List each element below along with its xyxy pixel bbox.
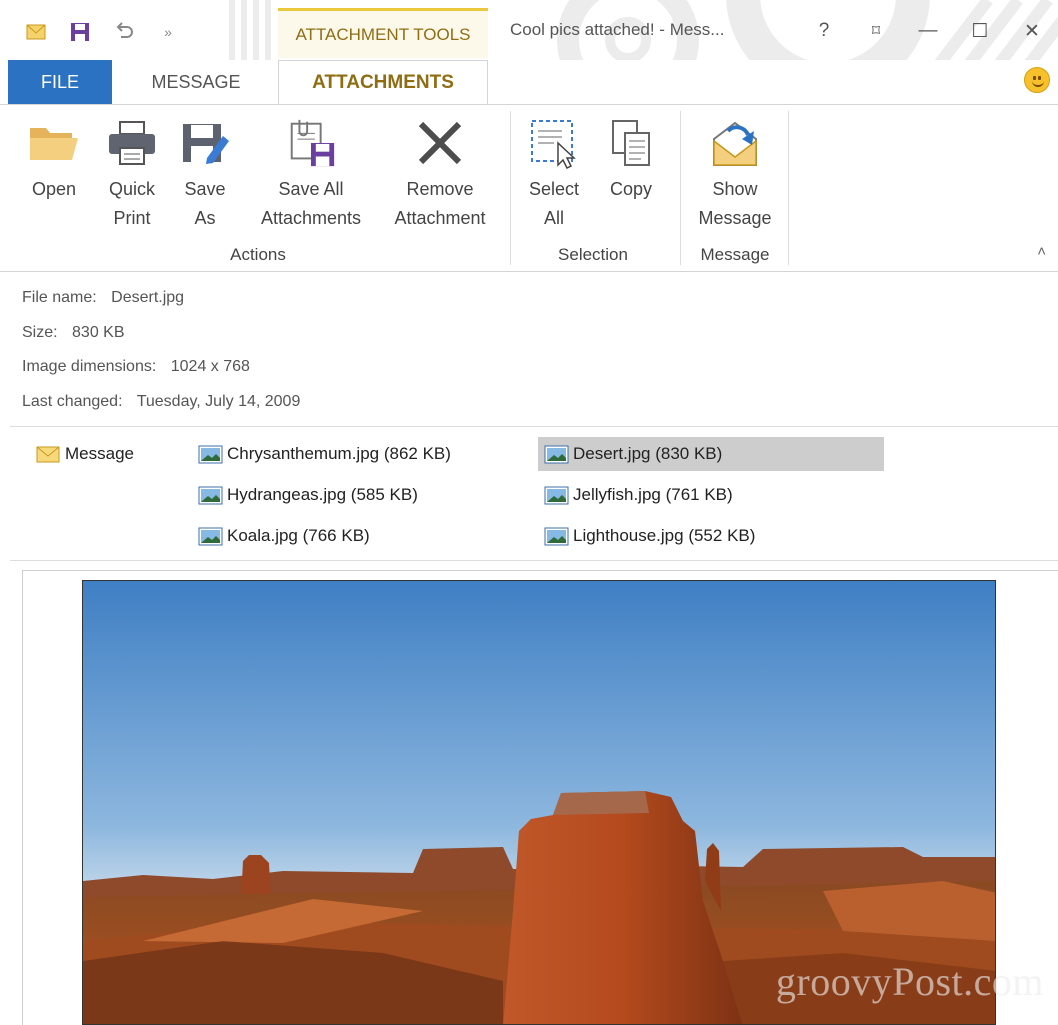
tab-attachments[interactable]: ATTACHMENTS — [278, 60, 488, 105]
attachment-label: Message — [65, 444, 134, 463]
remove-icon — [413, 111, 467, 175]
file-name-row: File name: Desert.jpg — [22, 286, 300, 321]
attachment-item[interactable]: Chrysanthemum.jpg (862 KB) — [192, 437, 512, 471]
file-name-label: File name: — [22, 289, 97, 306]
copy-button[interactable]: Copy — [596, 111, 666, 204]
folder-icon — [27, 111, 81, 175]
group-label-selection: Selection — [558, 245, 628, 264]
more-icon[interactable]: » — [154, 18, 182, 46]
select-all-button[interactable]: Select All — [518, 111, 590, 233]
image-file-icon — [198, 486, 223, 504]
last-changed-value: Tuesday, July 14, 2009 — [136, 392, 301, 410]
image-file-icon — [544, 486, 569, 504]
image-file-icon — [544, 445, 569, 463]
save-as-button[interactable]: Save As — [172, 111, 238, 233]
last-changed-row: Last changed: Tuesday, July 14, 2009 — [22, 390, 300, 425]
remove-attachment-button[interactable]: Remove Attachment — [380, 111, 500, 233]
help-icon[interactable]: ? — [798, 12, 850, 50]
copy-icon — [604, 111, 658, 175]
attachment-info: File name: Desert.jpg Size: 830 KB Image… — [22, 286, 300, 424]
attachment-item[interactable]: Koala.jpg (766 KB) — [192, 519, 512, 553]
file-name-value: Desert.jpg — [111, 289, 185, 306]
attachment-label: Lighthouse.jpg (552 KB) — [573, 526, 756, 545]
attachment-item[interactable]: Lighthouse.jpg (552 KB) — [538, 519, 884, 553]
show-message-icon — [708, 111, 762, 175]
attachment-label: Koala.jpg (766 KB) — [227, 526, 370, 545]
group-separator — [788, 111, 789, 265]
save-all-attachments-button[interactable]: Save All Attachments — [246, 111, 376, 233]
group-separator — [680, 111, 681, 265]
printer-icon — [105, 111, 159, 175]
ribbon: Open Quick Print Save As Save All Attach… — [0, 104, 1058, 272]
envelope-icon — [36, 446, 60, 462]
envelope-icon[interactable] — [22, 18, 50, 46]
open-button[interactable]: Open — [20, 111, 88, 204]
dimensions-row: Image dimensions: 1024 x 768 — [22, 355, 300, 390]
select-all-icon — [527, 111, 581, 175]
smiley-icon[interactable] — [1024, 67, 1050, 93]
image-file-icon — [198, 527, 223, 545]
size-value: 830 KB — [72, 323, 125, 341]
tab-message[interactable]: MESSAGE — [126, 60, 266, 104]
ribbon-display-icon[interactable]: ⌑ — [850, 12, 902, 50]
title-bar: » ATTACHMENT TOOLS Cool pics attached! -… — [0, 0, 1058, 60]
close-icon[interactable]: ✕ — [1006, 12, 1058, 50]
attachment-item[interactable]: Hydrangeas.jpg (585 KB) — [192, 478, 512, 512]
attachment-label: Hydrangeas.jpg (585 KB) — [227, 485, 418, 504]
attachment-label: Jellyfish.jpg (761 KB) — [573, 485, 733, 504]
attachment-label: Desert.jpg (830 KB) — [573, 444, 723, 463]
minimize-icon[interactable]: — — [902, 12, 954, 50]
attachment-message[interactable]: Message — [30, 437, 180, 471]
divider — [10, 426, 1058, 427]
window-controls: ? ⌑ — ☐ ✕ — [798, 12, 1058, 50]
maximize-icon[interactable]: ☐ — [954, 12, 1006, 50]
watermark-text: groovyPost.com — [775, 959, 1044, 1004]
attachment-label: Chrysanthemum.jpg (862 KB) — [227, 444, 451, 463]
image-file-icon — [198, 445, 223, 463]
save-all-icon — [284, 111, 338, 175]
size-row: Size: 830 KB — [22, 321, 300, 356]
collapse-ribbon-icon[interactable]: ˄ — [1037, 243, 1046, 260]
attachment-item-selected[interactable]: Desert.jpg (830 KB) — [538, 437, 884, 471]
show-message-button[interactable]: Show Message — [688, 111, 782, 233]
dimensions-label: Image dimensions: — [22, 358, 157, 375]
group-label-message: Message — [700, 245, 770, 264]
dimensions-value: 1024 x 768 — [170, 358, 250, 375]
image-file-icon — [544, 527, 569, 545]
save-icon[interactable] — [66, 18, 94, 46]
undo-icon[interactable] — [110, 18, 138, 46]
size-label: Size: — [22, 323, 58, 341]
group-separator — [510, 111, 511, 265]
tab-file[interactable]: FILE — [8, 60, 112, 104]
quick-print-button[interactable]: Quick Print — [96, 111, 168, 233]
quick-access-toolbar: » — [22, 18, 182, 46]
window-title: Cool pics attached! - Mess... — [510, 20, 725, 39]
attachment-item[interactable]: Jellyfish.jpg (761 KB) — [538, 478, 884, 512]
save-as-icon — [178, 111, 232, 175]
group-label-actions: Actions — [230, 245, 286, 264]
attachment-tools-label: ATTACHMENT TOOLS — [278, 8, 488, 58]
last-changed-label: Last changed: — [22, 392, 123, 410]
ribbon-tabs: FILE MESSAGE ATTACHMENTS — [0, 60, 1058, 105]
divider — [10, 560, 1058, 561]
